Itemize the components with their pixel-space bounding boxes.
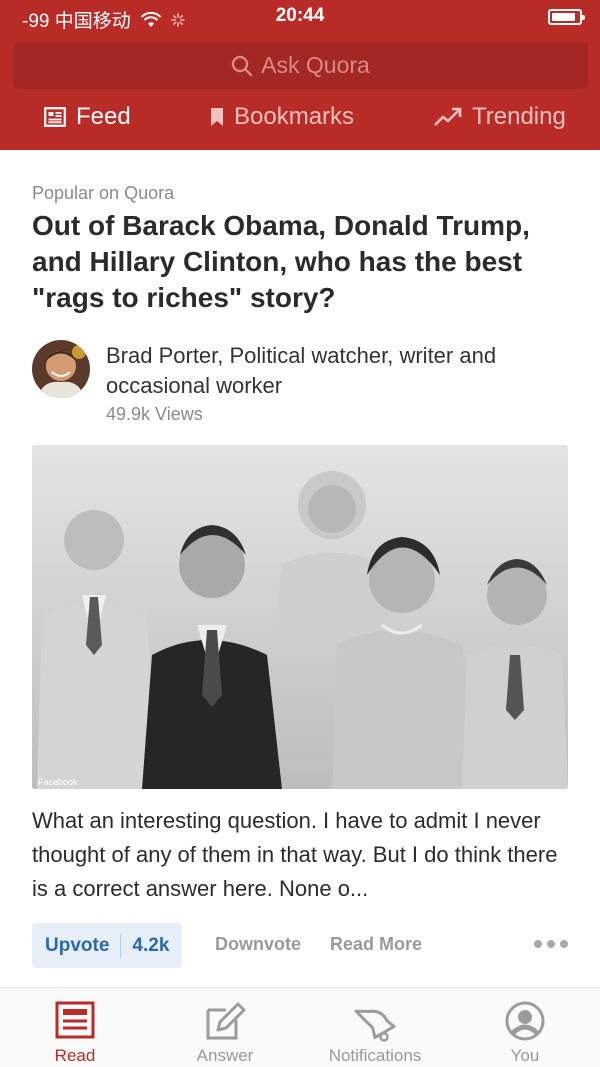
answer-excerpt[interactable]: What an interesting question. I have to … [32, 804, 568, 906]
bell-icon [354, 1009, 396, 1042]
story-kicker: Popular on Quora [32, 183, 175, 203]
search-placeholder: Ask Quora [261, 52, 370, 78]
nav-read-label: Read [54, 1046, 96, 1065]
nav-answer[interactable]: Answer [150, 988, 300, 1067]
search-icon [231, 55, 253, 76]
tab-feed[interactable]: Feed [44, 103, 131, 131]
tab-bookmarks-label: Bookmarks [234, 103, 355, 130]
search-bar[interactable]: Ask Quora [13, 42, 588, 89]
battery-icon [548, 9, 585, 25]
nav-you-label: You [510, 1046, 540, 1065]
answer-icon [206, 1002, 246, 1040]
nav-you[interactable]: You [450, 988, 600, 1067]
upvote-count: 4.2k [132, 934, 170, 956]
author-credential[interactable]: Brad Porter, Political watcher, writer a… [106, 341, 568, 401]
profile-icon [505, 1001, 545, 1041]
downvote-button[interactable]: Downvote [215, 934, 301, 955]
tab-trending[interactable]: Trending [434, 103, 566, 131]
feed-tabs: Feed Bookmarks Trending [0, 98, 600, 143]
read-more-button[interactable]: Read More [330, 934, 422, 955]
read-icon [55, 1001, 95, 1039]
story-image[interactable]: Facebook [32, 445, 568, 789]
tab-trending-label: Trending [472, 103, 566, 130]
bookmark-icon [211, 108, 223, 126]
avatar[interactable] [32, 340, 90, 398]
nav-notifications-label: Notifications [328, 1046, 422, 1065]
tab-feed-label: Feed [76, 103, 131, 130]
app-header: -99 中国移动 20:44 Ask Quora Feed Bookmarks … [0, 0, 600, 150]
more-options-icon[interactable] [534, 940, 568, 948]
feed-icon [44, 107, 66, 127]
status-bar: -99 中国移动 20:44 [0, 0, 600, 34]
nav-read[interactable]: Read [0, 988, 150, 1067]
upvote-label: Upvote [45, 934, 110, 956]
trending-icon [434, 107, 462, 126]
answer-actions: Upvote 4.2k Downvote Read More [32, 923, 568, 969]
nav-notifications[interactable]: Notifications [300, 988, 450, 1067]
status-time: 20:44 [275, 5, 325, 26]
tab-bookmarks[interactable]: Bookmarks [210, 103, 354, 131]
bottom-nav: Read Answer Notifications You [0, 987, 600, 1067]
upvote-button[interactable]: Upvote 4.2k [32, 923, 183, 968]
story-title[interactable]: Out of Barack Obama, Donald Trump, and H… [32, 208, 568, 316]
author-row: Brad Porter, Political watcher, writer a… [32, 338, 568, 428]
image-credit: Facebook [38, 777, 78, 787]
view-count: 49.9k Views [106, 404, 203, 424]
nav-answer-label: Answer [196, 1046, 254, 1065]
upvote-divider [120, 933, 122, 958]
